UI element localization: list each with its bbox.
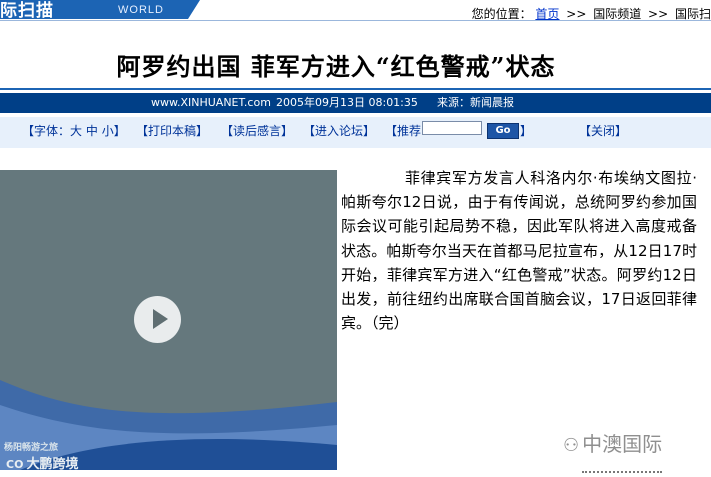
font-small-button[interactable]: 小 xyxy=(102,124,114,138)
recommend-email-input[interactable] xyxy=(422,121,482,135)
top-header: 际扫描 WORLD 您的位置： 首页 >> 国际频道 >> 国际扫 xyxy=(0,0,711,22)
breadcrumb-separator: >> xyxy=(648,7,669,21)
play-icon[interactable] xyxy=(134,296,181,343)
video-brand: CO 大鹏跨境 xyxy=(6,453,78,470)
go-button[interactable]: Go xyxy=(487,123,519,139)
forum-link[interactable]: 【进入论坛】 xyxy=(303,124,375,138)
article-info-bar: www.XINHUANET.com 2005年09月13日 08:01:35 来… xyxy=(0,93,711,113)
font-medium-button[interactable]: 中 xyxy=(86,124,98,138)
wechat-icon: ⚇ xyxy=(563,435,580,456)
comment-link[interactable]: 【读后感言】 xyxy=(221,124,293,138)
title-divider xyxy=(0,88,711,90)
watermark: ⚇ 中澳国际 xyxy=(563,428,662,457)
brand-name: 大鹏跨境 xyxy=(26,457,79,470)
publish-datetime: 2005年09月13日 08:01:35 xyxy=(276,96,418,109)
close-link[interactable]: 【关闭】 xyxy=(579,124,627,138)
bottom-divider xyxy=(582,471,662,477)
article-toolbar: 【字体：大 中 小】 【打印本稿】 【读后感言】 【进入论坛】 【推荐 Go 】… xyxy=(0,117,711,148)
video-player[interactable]: 杨阳畅游之旅 CO 大鹏跨境 xyxy=(0,170,337,470)
recommend-label: 【推荐 xyxy=(385,124,422,138)
breadcrumb-home-link[interactable]: 首页 xyxy=(535,7,559,21)
article-body: 菲律宾军方发言人科洛内尔·布埃纳文图拉·帕斯夸尔12日说，由于有传闻说，总统阿罗… xyxy=(341,166,697,335)
video-caption: 杨阳畅游之旅 xyxy=(4,443,59,453)
site-url: www.XINHUANET.com xyxy=(151,96,271,109)
breadcrumb-international-link[interactable]: 国际频道 xyxy=(593,7,641,21)
watermark-text: 中澳国际 xyxy=(582,432,663,456)
header-divider xyxy=(0,20,711,21)
section-tab[interactable]: 际扫描 WORLD xyxy=(0,0,200,19)
article-paragraph: 菲律宾军方发言人科洛内尔·布埃纳文图拉·帕斯夸尔12日说，由于有传闻说，总统阿罗… xyxy=(341,169,697,333)
article-source: 来源：新闻晨报 xyxy=(437,96,514,109)
article-title: 阿罗约出国 菲军方进入“红色警戒”状态 xyxy=(116,52,556,81)
section-subtitle: WORLD xyxy=(118,4,164,16)
section-title: 际扫描 xyxy=(0,1,54,21)
location-label: 您的位置： xyxy=(471,7,532,21)
font-size-label: 【字体： xyxy=(22,124,71,138)
brand-logo-icon: CO xyxy=(6,458,24,470)
font-size-controls: 【字体：大 中 小】 xyxy=(22,117,126,145)
recommend-end: 】 xyxy=(520,124,533,138)
print-link[interactable]: 【打印本稿】 xyxy=(136,124,208,138)
font-size-end: 】 xyxy=(113,124,126,138)
breadcrumb-world-scan-link[interactable]: 国际扫 xyxy=(675,7,711,21)
font-large-button[interactable]: 大 xyxy=(70,124,82,138)
breadcrumb-separator: >> xyxy=(566,7,587,21)
